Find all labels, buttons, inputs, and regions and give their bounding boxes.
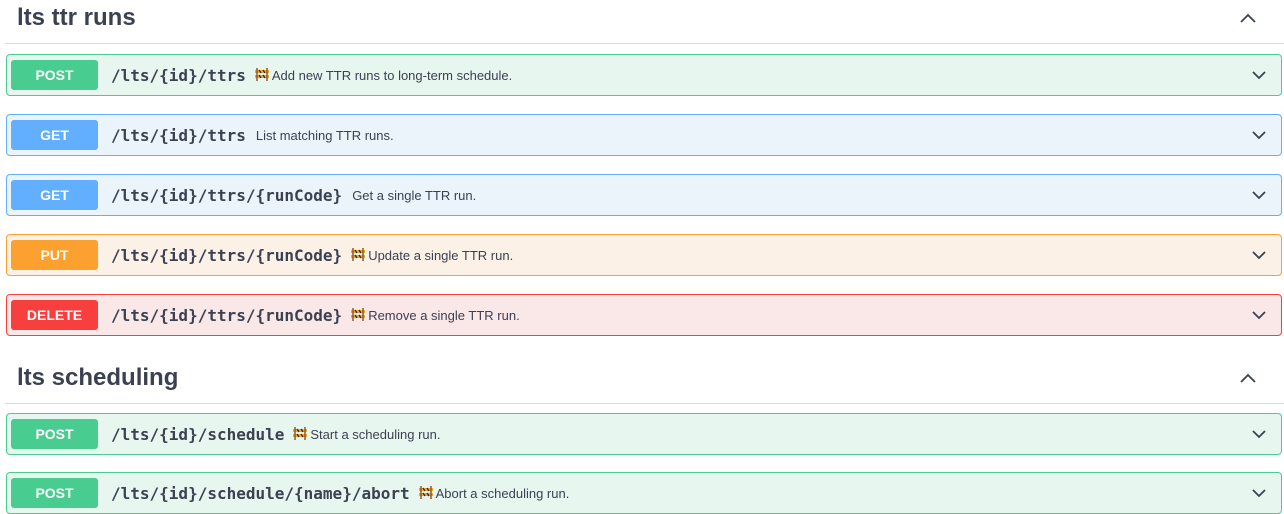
chevron-down-icon[interactable] (1251, 485, 1267, 501)
opblock-post-ttrs[interactable]: POST /lts/{id}/ttrs Add new TTR runs to … (6, 54, 1282, 96)
endpoint-path: /lts/{id}/ttrs/{runCode} (111, 185, 343, 205)
section-header[interactable]: lts ttr runs (5, 0, 1284, 44)
endpoint-summary: Add new TTR runs to long-term schedule. (271, 67, 513, 83)
chevron-down-icon[interactable] (1251, 247, 1267, 263)
chevron-up-icon[interactable] (1238, 8, 1258, 28)
opblock-post-schedule[interactable]: POST /lts/{id}/schedule Start a scheduli… (6, 413, 1282, 455)
endpoint-path: /lts/{id}/schedule (111, 424, 285, 444)
section-header[interactable]: lts scheduling (5, 360, 1284, 404)
section-title: lts ttr runs (17, 4, 136, 31)
opblock-delete-ttr-run[interactable]: DELETE /lts/{id}/ttrs/{runCode} Remove a… (6, 294, 1282, 336)
chevron-down-icon[interactable] (1251, 127, 1267, 143)
method-badge: POST (11, 419, 98, 449)
endpoint-path: /lts/{id}/ttrs/{runCode} (111, 245, 343, 265)
endpoint-summary: Start a scheduling run. (310, 426, 441, 442)
method-badge: GET (11, 180, 98, 210)
construction-icon (351, 247, 366, 261)
construction-icon (418, 485, 433, 499)
endpoint-summary: Abort a scheduling run. (435, 485, 570, 501)
endpoint-summary: Update a single TTR run. (368, 247, 514, 263)
chevron-down-icon[interactable] (1251, 426, 1267, 442)
opblock-get-ttr-run[interactable]: GET /lts/{id}/ttrs/{runCode} Get a singl… (6, 174, 1282, 216)
method-badge: POST (11, 478, 98, 508)
endpoint-path: /lts/{id}/ttrs (111, 125, 246, 145)
opblock-put-ttr-run[interactable]: PUT /lts/{id}/ttrs/{runCode} Update a si… (6, 234, 1282, 276)
method-badge: PUT (11, 240, 98, 270)
method-badge: DELETE (11, 300, 98, 330)
endpoint-summary: Remove a single TTR run. (368, 307, 520, 323)
endpoint-path: /lts/{id}/schedule/{name}/abort (111, 483, 410, 503)
method-badge: GET (11, 120, 98, 150)
construction-icon (351, 307, 366, 321)
opblock-get-ttrs[interactable]: GET /lts/{id}/ttrs List matching TTR run… (6, 114, 1282, 156)
construction-icon (293, 426, 308, 440)
chevron-down-icon[interactable] (1251, 187, 1267, 203)
construction-icon (254, 67, 269, 81)
chevron-down-icon[interactable] (1251, 307, 1267, 323)
section-title: lts scheduling (17, 364, 179, 391)
endpoint-summary: Get a single TTR run. (352, 187, 477, 203)
chevron-down-icon[interactable] (1251, 67, 1267, 83)
chevron-up-icon[interactable] (1238, 368, 1258, 388)
endpoint-summary: List matching TTR runs. (255, 127, 394, 143)
endpoint-path: /lts/{id}/ttrs/{runCode} (111, 305, 343, 325)
endpoint-path: /lts/{id}/ttrs (111, 65, 246, 85)
method-badge: POST (11, 60, 98, 90)
opblock-post-schedule-abort[interactable]: POST /lts/{id}/schedule/{name}/abort Abo… (6, 472, 1282, 514)
